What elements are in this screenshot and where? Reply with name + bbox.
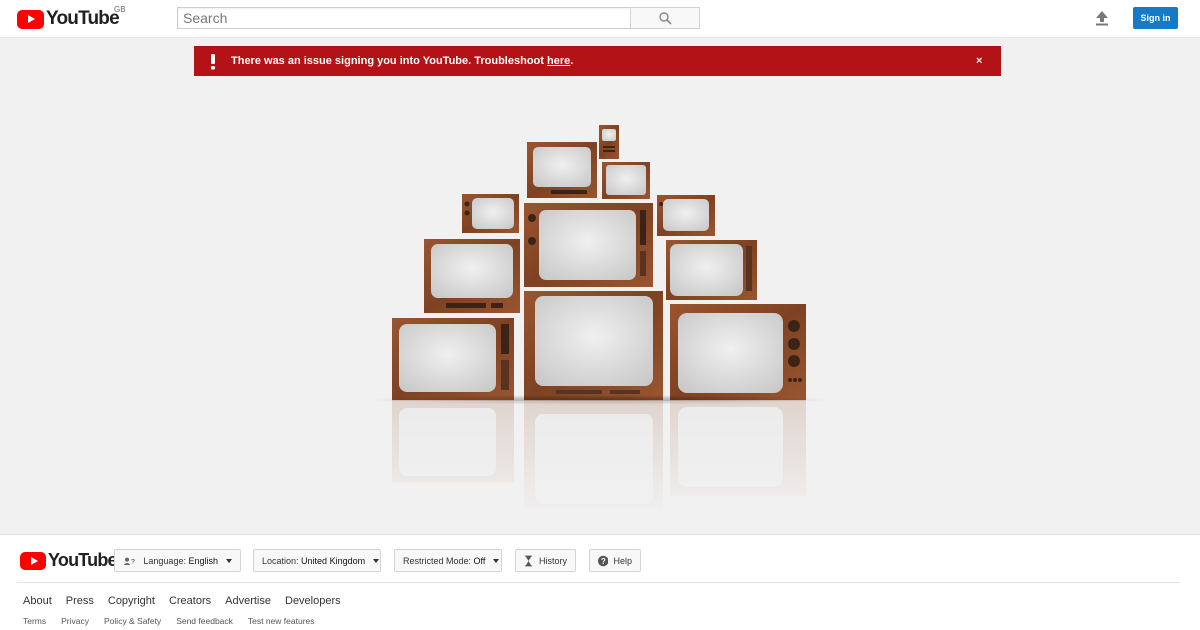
footer-secondary-links: Terms Privacy Policy & Safety Send feedb… bbox=[23, 616, 315, 626]
chevron-down-icon bbox=[226, 558, 232, 563]
footer-link-send-feedback[interactable]: Send feedback bbox=[176, 616, 233, 626]
chevron-down-icon bbox=[373, 558, 380, 563]
location-value: United Kingdom bbox=[301, 555, 366, 566]
help-icon: ? bbox=[598, 555, 609, 566]
footer-divider bbox=[17, 582, 1180, 583]
alert-message: There was an issue signing you into YouT… bbox=[231, 55, 573, 67]
tv-stack-illustration bbox=[370, 125, 830, 518]
help-button[interactable]: ? Help bbox=[589, 549, 641, 572]
alert-message-text: There was an issue signing you into YouT… bbox=[231, 55, 547, 67]
footer-link-privacy[interactable]: Privacy bbox=[61, 616, 89, 626]
sign-in-error-alert: There was an issue signing you into YouT… bbox=[194, 46, 1001, 76]
footer-link-creators[interactable]: Creators bbox=[169, 595, 211, 607]
location-label: Location: bbox=[262, 555, 299, 566]
youtube-logo[interactable]: YouTube GB bbox=[17, 5, 126, 30]
alert-close-button[interactable]: × bbox=[976, 55, 982, 67]
play-logo-icon bbox=[20, 551, 46, 570]
troubleshoot-link[interactable]: here bbox=[547, 55, 570, 67]
footer-link-developers[interactable]: Developers bbox=[285, 595, 341, 607]
footer-link-advertise[interactable]: Advertise bbox=[225, 595, 271, 607]
search-button[interactable] bbox=[630, 7, 700, 29]
people-icon: ? bbox=[123, 557, 135, 565]
language-picker[interactable]: ? Language: English bbox=[114, 549, 241, 572]
location-picker[interactable]: Location: United Kingdom bbox=[253, 549, 381, 572]
hourglass-icon bbox=[524, 555, 533, 566]
svg-text:?: ? bbox=[131, 558, 135, 565]
footer-link-about[interactable]: About bbox=[23, 595, 52, 607]
footer-link-terms[interactable]: Terms bbox=[23, 616, 46, 626]
footer-link-copyright[interactable]: Copyright bbox=[108, 595, 155, 607]
restricted-mode-picker[interactable]: Restricted Mode: Off bbox=[394, 549, 502, 572]
play-logo-icon bbox=[17, 9, 44, 29]
footer: YouTube ? Language: English Location: Un… bbox=[0, 534, 1200, 630]
search-icon bbox=[658, 11, 672, 25]
logo-text: YouTube bbox=[46, 8, 120, 29]
footer-link-test-new-features[interactable]: Test new features bbox=[248, 616, 315, 626]
restricted-label: Restricted Mode: bbox=[403, 555, 472, 566]
alert-message-end: . bbox=[570, 55, 574, 67]
svg-text:?: ? bbox=[601, 557, 606, 566]
search-input[interactable] bbox=[177, 7, 631, 29]
footer-link-press[interactable]: Press bbox=[66, 595, 94, 607]
sign-in-button[interactable]: Sign in bbox=[1133, 7, 1178, 29]
history-button[interactable]: History bbox=[515, 549, 576, 572]
country-code: GB bbox=[114, 5, 126, 14]
chevron-down-icon bbox=[493, 558, 500, 563]
footer-youtube-logo[interactable]: YouTube bbox=[20, 550, 118, 571]
footer-logo-text: YouTube bbox=[48, 550, 118, 570]
upload-icon[interactable] bbox=[1093, 9, 1111, 27]
history-label: History bbox=[538, 555, 567, 566]
restricted-value: Off bbox=[473, 555, 486, 566]
footer-primary-links: About Press Copyright Creators Advertise… bbox=[23, 595, 341, 607]
language-value: English bbox=[188, 555, 218, 566]
language-label: Language: bbox=[143, 555, 186, 566]
masthead: YouTube GB Sign in bbox=[0, 0, 1200, 38]
footer-link-policy-safety[interactable]: Policy & Safety bbox=[104, 616, 161, 626]
exclamation-icon bbox=[211, 54, 215, 70]
help-label: Help bbox=[613, 555, 632, 566]
